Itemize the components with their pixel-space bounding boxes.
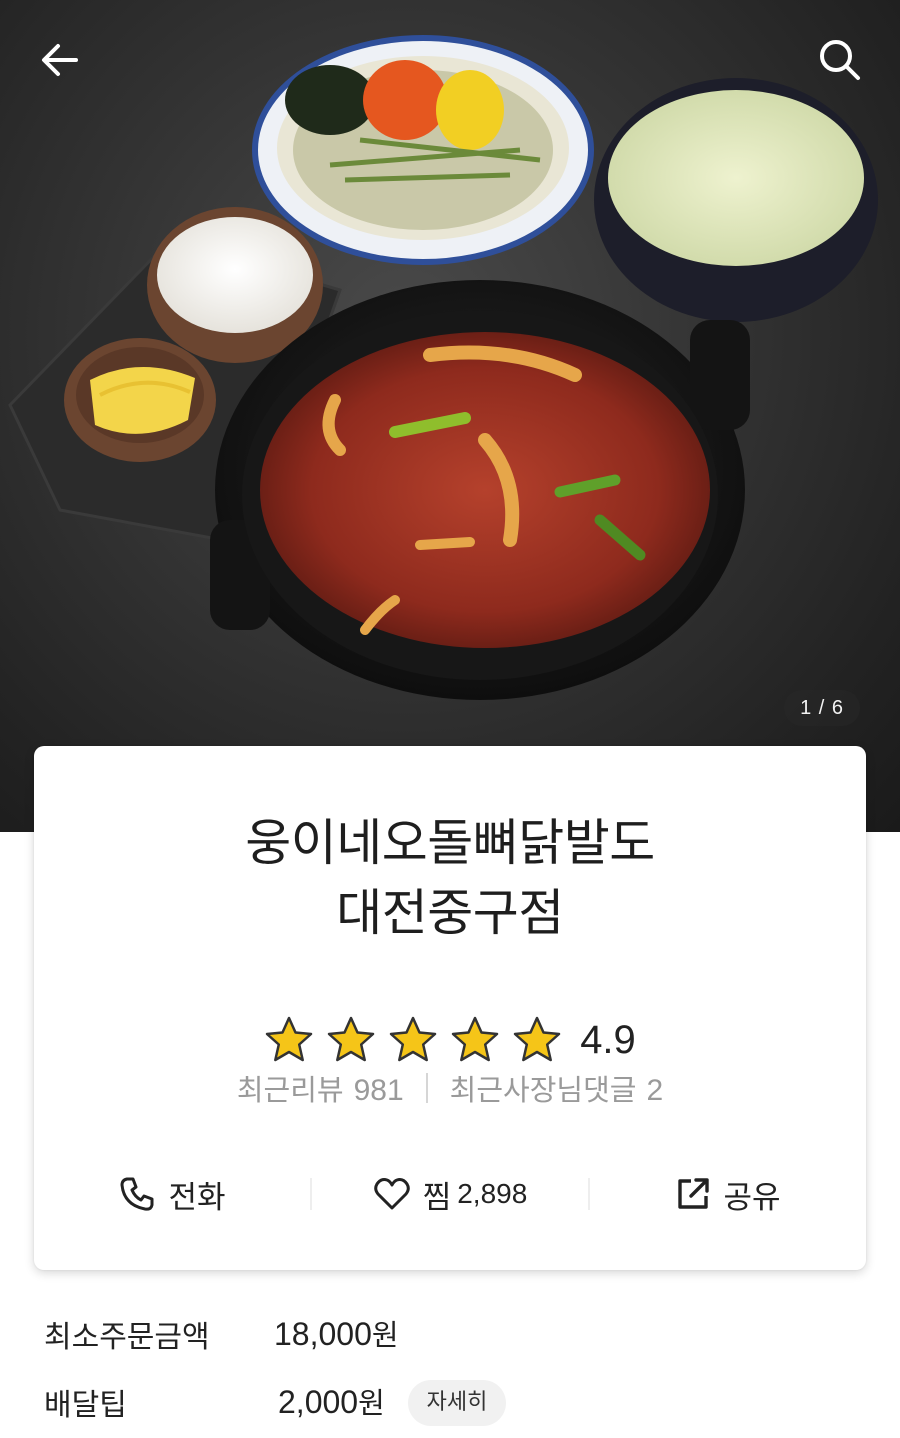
recent-reviews-count: 981 — [353, 1074, 404, 1107]
rating-row: 4.9 — [34, 1012, 866, 1068]
review-divider — [425, 1073, 428, 1103]
star-icon — [513, 1016, 561, 1062]
rating-value: 4.9 — [580, 1017, 636, 1062]
delivery-tip-row: 배달팁 — [44, 1378, 127, 1426]
back-button[interactable] — [30, 30, 90, 90]
like-count: 2,898 — [457, 1178, 528, 1209]
star-icon — [451, 1016, 499, 1062]
delivery-tip-label: 배달팁 — [44, 1388, 127, 1423]
action-bar: 전화 찜 2,898 공유 — [34, 1166, 866, 1222]
star-icon — [327, 1016, 375, 1062]
share-label: 공유 — [723, 1179, 781, 1216]
store-name-line1: 웅이네오돌뼈닭발도 — [245, 814, 655, 872]
call-button[interactable]: 전화 — [34, 1166, 310, 1222]
min-order-amount: 18,000 — [274, 1316, 372, 1352]
star-icon — [265, 1016, 313, 1062]
store-info-card: 웅이네오돌뼈닭발도 대전중구점 4.9 최근리뷰 981 최근사장님댓글 2 전화 — [34, 746, 866, 1270]
hero-image[interactable]: 1 / 6 — [0, 0, 900, 832]
search-icon — [820, 40, 860, 80]
delivery-tip-value: 2,000원 — [278, 1380, 385, 1422]
back-arrow-icon — [42, 44, 78, 76]
search-button[interactable] — [810, 30, 870, 90]
min-order-row: 최소주문금액 — [44, 1310, 210, 1358]
share-button[interactable]: 공유 — [590, 1166, 866, 1222]
share-icon — [678, 1178, 710, 1209]
like-label: 찜 — [422, 1179, 452, 1216]
delivery-tip-amount: 2,000 — [278, 1384, 359, 1420]
min-order-value: 18,000원 — [274, 1312, 399, 1354]
review-summary: 최근리뷰 981 최근사장님댓글 2 — [34, 1066, 866, 1110]
store-name: 웅이네오돌뼈닭발도 대전중구점 — [34, 808, 866, 948]
delivery-tip-detail-button[interactable]: 자세히 — [408, 1380, 506, 1426]
phone-icon — [120, 1177, 154, 1211]
heart-icon — [373, 1178, 410, 1210]
food-photo — [8, 35, 878, 700]
owner-replies-label: 최근사장님댓글 — [449, 1073, 637, 1107]
recent-reviews-link[interactable]: 최근리뷰 981 — [237, 1067, 404, 1109]
owner-replies-link[interactable]: 최근사장님댓글 2 — [450, 1067, 663, 1109]
star-icon — [389, 1016, 437, 1062]
call-label: 전화 — [168, 1179, 226, 1216]
delivery-tip-unit: 원 — [358, 1386, 385, 1420]
recent-reviews-label: 최근리뷰 — [236, 1073, 344, 1107]
owner-replies-count: 2 — [646, 1074, 664, 1107]
store-name-line2: 대전중구점 — [336, 884, 564, 942]
min-order-label: 최소주문금액 — [44, 1320, 210, 1355]
photo-counter: 1 / 6 — [784, 690, 860, 726]
min-order-unit: 원 — [371, 1318, 399, 1352]
like-button[interactable]: 찜 2,898 — [312, 1166, 588, 1222]
